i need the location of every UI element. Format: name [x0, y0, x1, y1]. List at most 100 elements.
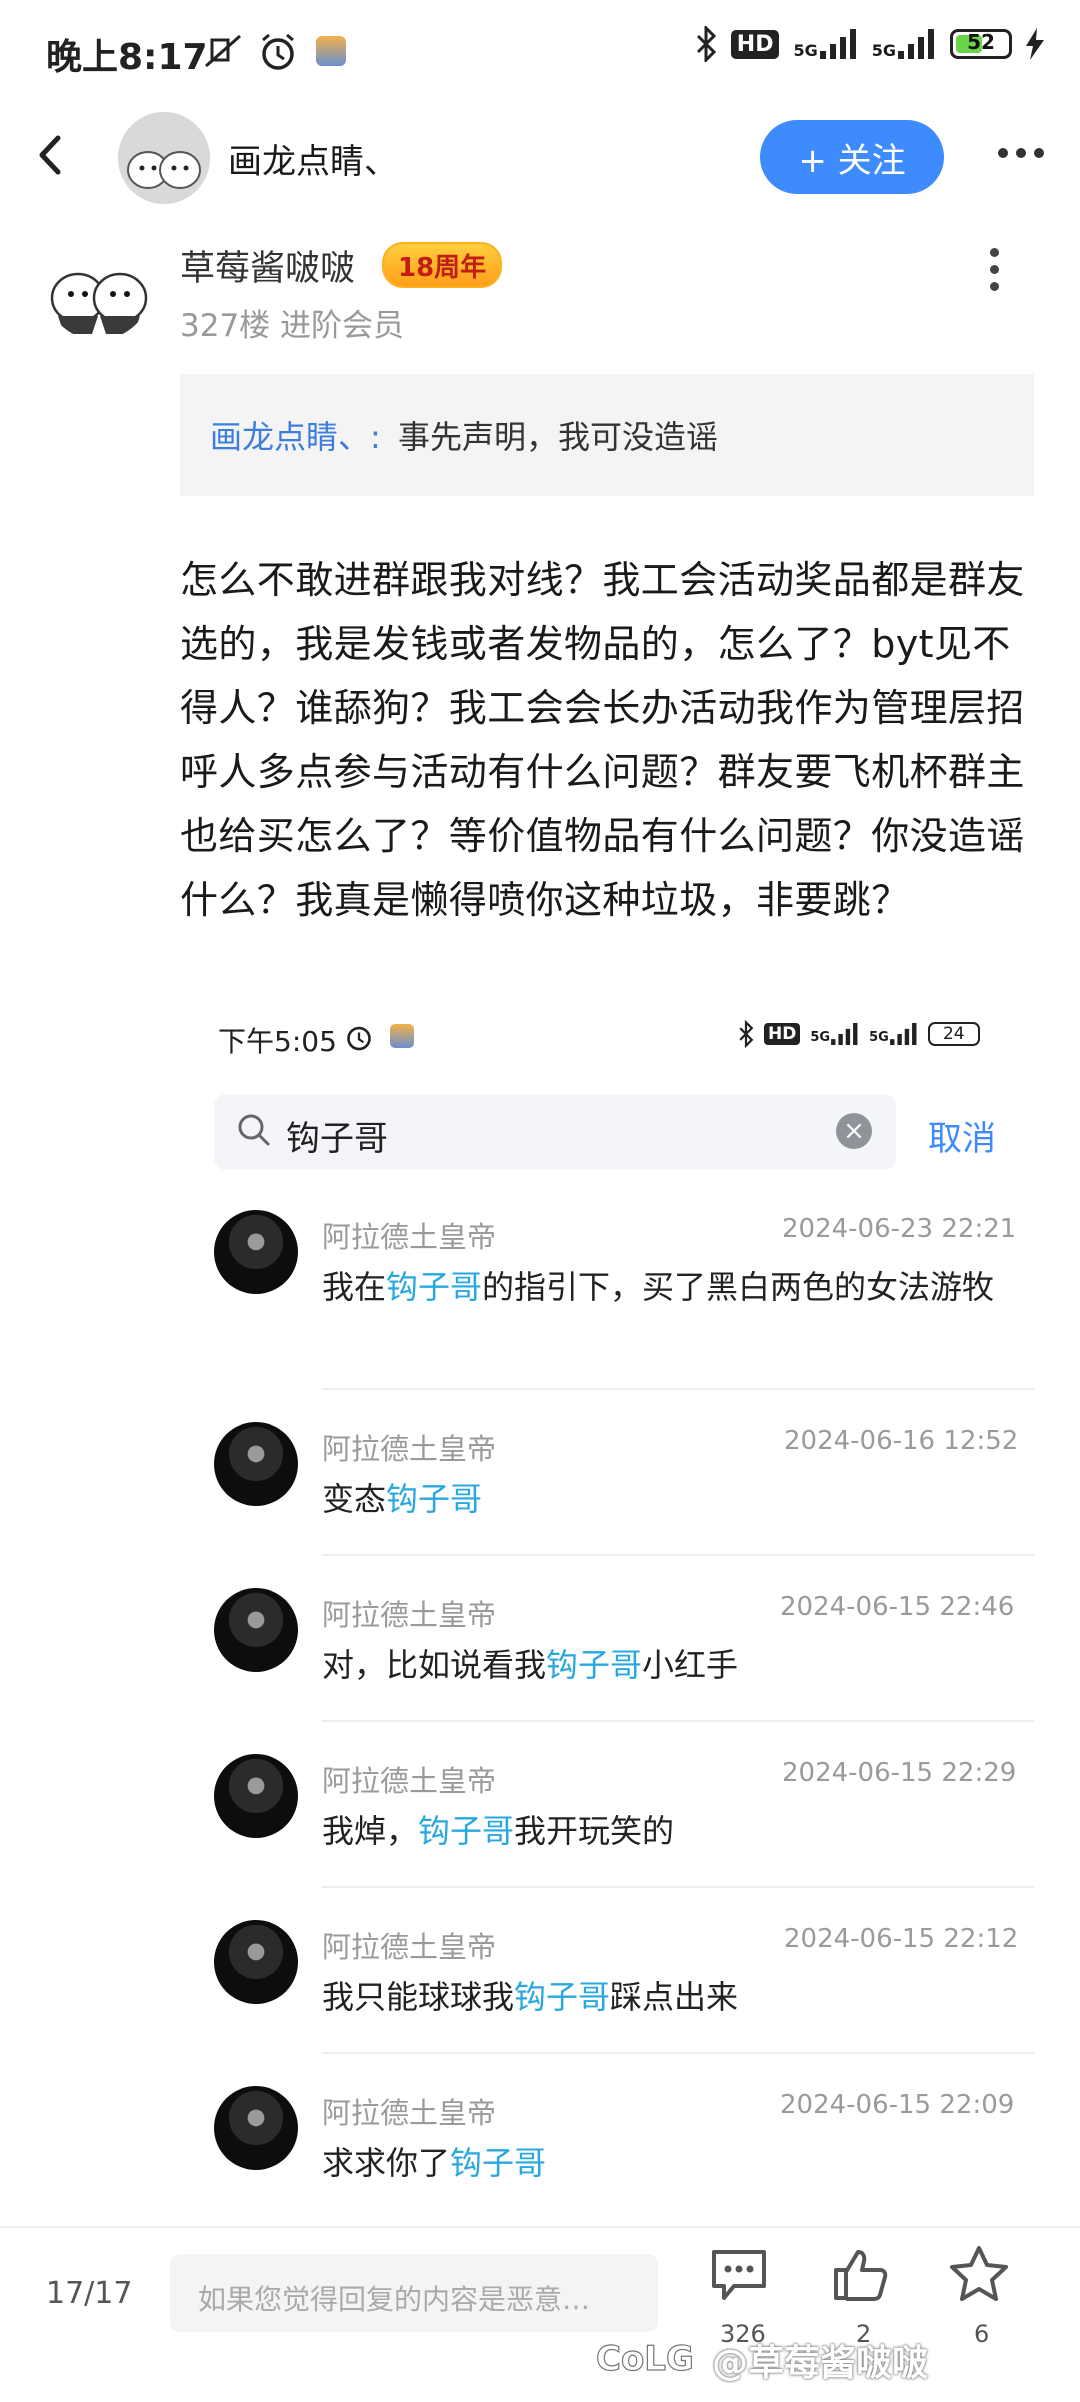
charging-icon	[1026, 28, 1044, 60]
post-menu-button[interactable]	[990, 248, 999, 291]
more-options-button[interactable]	[998, 148, 1044, 158]
message-text[interactable]: 变态钩子哥	[322, 1476, 1012, 1522]
signal-icon-2: 5G	[872, 29, 936, 59]
message-text-part: 我在	[322, 1268, 387, 1306]
message-text-part: 对，比如说看我	[322, 1646, 547, 1684]
message-time: 2024-06-15 22:46	[780, 1592, 1015, 1622]
message-avatar[interactable]	[214, 1920, 298, 2004]
hd-icon: HD	[730, 29, 780, 59]
comment-button[interactable]	[708, 2246, 778, 2306]
message-text[interactable]: 我在钩子哥的指引下，买了黑白两色的女法游牧	[322, 1264, 1012, 1310]
message-text[interactable]: 求求你了钩子哥	[322, 2140, 1012, 2186]
clear-search-icon[interactable]: ×	[836, 1113, 872, 1149]
embedded-app-icon	[390, 1024, 414, 1048]
embedded-alarm-icon	[344, 1022, 374, 1056]
message-sender: 阿拉德土皇帝	[322, 1930, 497, 1964]
search-highlight: 钩子哥	[418, 1812, 515, 1850]
like-button[interactable]	[830, 2246, 900, 2306]
message-time: 2024-06-15 22:12	[784, 1924, 1019, 1954]
message-sender: 阿拉德土皇帝	[322, 1598, 497, 1632]
message-text[interactable]: 对，比如说看我钩子哥小红手	[322, 1642, 1012, 1688]
quote-author[interactable]: 画龙点睛、:	[210, 412, 381, 458]
dot-icon	[1016, 148, 1026, 158]
message-avatar[interactable]	[214, 1422, 298, 1506]
message-text-part: 小红手	[642, 1646, 739, 1684]
cancel-button[interactable]: 取消	[928, 1111, 996, 1160]
thumbs-up-icon	[834, 2250, 888, 2301]
dot-icon	[990, 248, 999, 257]
message-text-part: 踩点出来	[610, 1978, 739, 2016]
anniversary-badge: 18周年	[382, 242, 503, 288]
reply-placeholder: 如果您觉得回复的内容是恶意…	[198, 2283, 591, 2316]
message-time: 2024-06-16 12:52	[784, 1426, 1019, 1456]
back-button[interactable]	[30, 130, 70, 180]
search-highlight: 钩子哥	[514, 1978, 611, 2016]
dot-icon	[1034, 148, 1044, 158]
message-avatar[interactable]	[214, 1588, 298, 1672]
hd-icon: HD	[764, 1023, 801, 1045]
message-text-part: 变态	[322, 1480, 387, 1518]
message-text-part: 我开玩笑的	[514, 1812, 675, 1850]
embedded-status-icons: HD 5G 5G 24	[738, 1020, 980, 1048]
status-time: 晚上8:17	[46, 37, 208, 78]
search-value[interactable]: 钩子哥	[286, 1111, 388, 1160]
favorite-count: 6	[974, 2320, 990, 2348]
divider	[322, 1720, 1034, 1722]
author-avatar[interactable]	[44, 232, 152, 340]
message-sender: 阿拉德土皇帝	[322, 2096, 497, 2130]
embedded-status-time: 下午5:05	[218, 1025, 337, 1058]
alarm-icon	[258, 32, 298, 76]
divider	[322, 1886, 1034, 1888]
divider	[322, 1554, 1034, 1556]
svg-text:CoLG: CoLG	[596, 2339, 694, 2379]
star-icon	[950, 2246, 1008, 2301]
message-text[interactable]: 我焯，钩子哥我开玩笑的	[322, 1808, 1012, 1854]
signal-icon: 5G	[810, 1023, 859, 1045]
search-highlight: 钩子哥	[386, 1268, 483, 1306]
app-notification-icon	[316, 36, 346, 66]
dot-icon	[998, 148, 1008, 158]
follow-button[interactable]: + 关注	[760, 120, 944, 194]
message-text[interactable]: 我只能球球我钩子哥踩点出来	[322, 1974, 1012, 2020]
bluetooth-icon	[739, 1020, 754, 1048]
watermark: @草莓酱啵啵	[712, 2343, 929, 2384]
message-time: 2024-06-15 22:09	[780, 2090, 1015, 2120]
search-highlight: 钩子哥	[386, 1480, 483, 1518]
divider	[322, 1388, 1034, 1390]
author-name[interactable]: 草莓酱啵啵	[180, 240, 355, 291]
message-text-part: 我只能球球我	[322, 1978, 515, 2016]
bluetooth-icon	[696, 26, 716, 62]
comment-icon	[712, 2250, 766, 2300]
message-time: 2024-06-15 22:29	[782, 1758, 1017, 1788]
message-avatar[interactable]	[214, 2086, 298, 2170]
message-avatar[interactable]	[214, 1754, 298, 1838]
message-avatar[interactable]	[214, 1210, 298, 1294]
group-avatar[interactable]	[118, 112, 210, 204]
back-arrow-icon	[39, 135, 61, 175]
message-text-part: 的指引下，买了黑白两色的女法游牧	[482, 1268, 995, 1306]
page-indicator[interactable]: 17/17	[46, 2276, 132, 2311]
divider	[322, 2052, 1034, 2054]
battery-icon: 24	[927, 1022, 980, 1046]
message-sender: 阿拉德土皇帝	[322, 1764, 497, 1798]
mute-icon	[200, 32, 246, 76]
search-highlight: 钩子哥	[546, 1646, 643, 1684]
message-text-part: 求求你了	[322, 2144, 451, 2182]
signal-icon-1: 5G	[793, 29, 857, 59]
group-name[interactable]: 画龙点睛、	[228, 134, 398, 183]
platform-logo: CoLG	[595, 2336, 704, 2380]
message-time: 2024-06-23 22:21	[782, 1214, 1017, 1244]
dot-icon	[990, 282, 999, 291]
floor-info: 327楼 进阶会员	[180, 308, 405, 344]
dot-icon	[990, 265, 999, 274]
post-body: 怎么不敢进群跟我对线？我工会活动奖品都是群友选的，我是发钱或者发物品的，怎么了？…	[180, 558, 1025, 922]
search-highlight: 钩子哥	[450, 2144, 547, 2182]
message-sender: 阿拉德土皇帝	[322, 1432, 497, 1466]
search-icon	[234, 1110, 274, 1150]
quote-text: 事先声明，我可没造谣	[398, 418, 719, 456]
signal-icon: 5G	[869, 1023, 918, 1045]
battery-icon: 52	[950, 29, 1012, 59]
message-text-part: 我焯，	[322, 1812, 419, 1850]
favorite-button[interactable]	[948, 2244, 1018, 2304]
status-icons: HD 5G 5G 52	[695, 26, 1044, 62]
